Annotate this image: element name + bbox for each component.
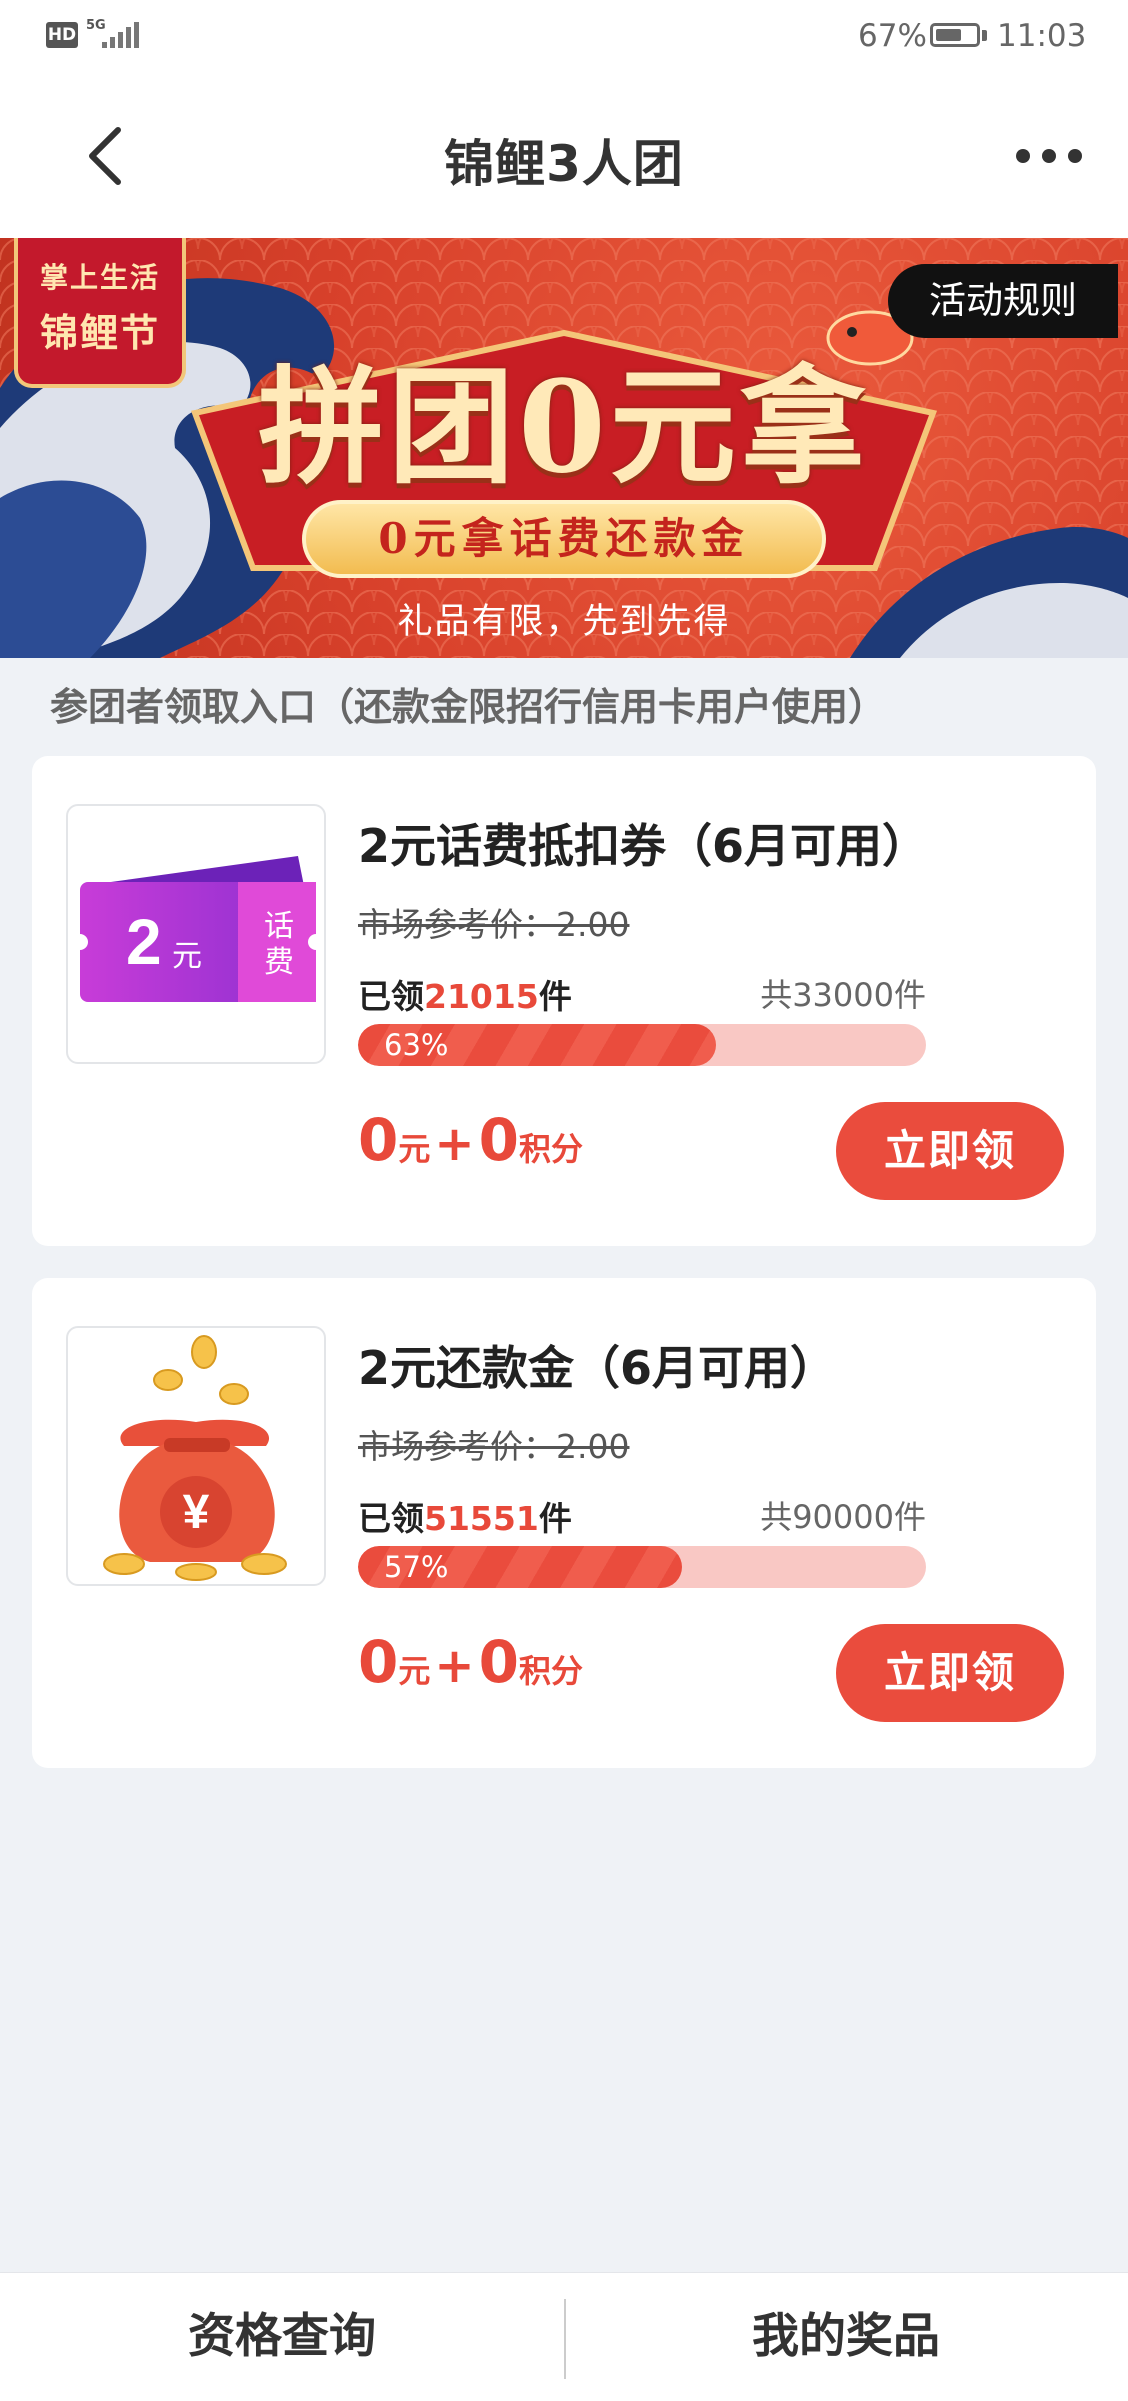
banner-subline: 礼品有限，先到先得 bbox=[397, 602, 731, 642]
svg-text:费: 费 bbox=[264, 945, 294, 980]
promo-banner: 掌上生活 锦鲤节 活动规则 拼团0元拿 0元拿话费还款金 礼品有限，先到先得 bbox=[0, 238, 1128, 658]
market-price: 市场参考价：2.00 bbox=[358, 1427, 630, 1466]
progress-label: 63% bbox=[384, 1028, 449, 1062]
banner-pill: 0元拿话费还款金 bbox=[302, 500, 826, 578]
bottom-tab-bar: 资格查询 我的奖品 bbox=[0, 2272, 1128, 2401]
product-card[interactable]: ¥ 2元还款金（6月可用） 市场参考价：2.00 已领51551件 共90000… bbox=[32, 1278, 1096, 1768]
section-title: 参团者领取入口（还款金限招行信用卡用户使用） bbox=[50, 685, 887, 729]
signal-icon bbox=[102, 22, 139, 48]
yuan-symbol: ¥ bbox=[183, 1486, 210, 1539]
status-bar: HD 5G 67% 11:03 bbox=[0, 0, 1128, 76]
svg-text:话: 话 bbox=[264, 909, 294, 944]
total-count: 共90000件 bbox=[760, 1498, 926, 1536]
price: 0元+0积分 bbox=[358, 1628, 583, 1696]
total-count: 共33000件 bbox=[760, 976, 926, 1014]
money-bag-icon: ¥ bbox=[103, 1335, 287, 1581]
tab-eligibility-query[interactable]: 资格查询 bbox=[0, 2273, 564, 2401]
page-title: 锦鲤3人团 bbox=[444, 135, 684, 193]
product-image: ¥ bbox=[66, 1326, 326, 1586]
claimed-count: 已领21015件 bbox=[358, 977, 572, 1016]
navigation-bar: 锦鲤3人团 bbox=[0, 76, 1128, 238]
price: 0元+0积分 bbox=[358, 1106, 583, 1174]
coupon-unit: 元 bbox=[172, 940, 202, 973]
battery-tip bbox=[982, 30, 987, 41]
banner-headline: 拼团0元拿 bbox=[258, 353, 870, 501]
more-dots-icon[interactable] bbox=[1016, 146, 1082, 166]
claim-button[interactable]: 立即领 bbox=[836, 1624, 1064, 1722]
product-card[interactable]: 2 元 话 费 2元话费抵扣券（6月可用） 市场参考价：2.00 已领21015… bbox=[32, 756, 1096, 1246]
battery-icon bbox=[930, 23, 980, 47]
tab-my-prizes[interactable]: 我的奖品 bbox=[564, 2273, 1128, 2401]
progress-label: 57% bbox=[384, 1550, 449, 1584]
battery-level bbox=[936, 29, 962, 41]
hd-indicator: HD bbox=[46, 22, 78, 48]
product-name: 2元话费抵扣券（6月可用） bbox=[358, 819, 929, 873]
progress-bar: 57% bbox=[358, 1546, 926, 1588]
phone-bill-coupon-icon: 2 元 话 费 bbox=[72, 856, 324, 1002]
claimed-count: 已领51551件 bbox=[358, 1499, 572, 1538]
progress-bar: 63% bbox=[358, 1024, 926, 1066]
claim-button[interactable]: 立即领 bbox=[836, 1102, 1064, 1200]
product-name: 2元还款金（6月可用） bbox=[358, 1341, 837, 1395]
market-price: 市场参考价：2.00 bbox=[358, 905, 630, 944]
coupon-amount: 2 bbox=[126, 906, 162, 978]
battery-percent: 67% bbox=[858, 18, 927, 54]
clock: 11:03 bbox=[997, 18, 1087, 54]
tag-line-1: 掌上生活 bbox=[39, 261, 160, 294]
product-image: 2 元 话 费 bbox=[66, 804, 326, 1064]
